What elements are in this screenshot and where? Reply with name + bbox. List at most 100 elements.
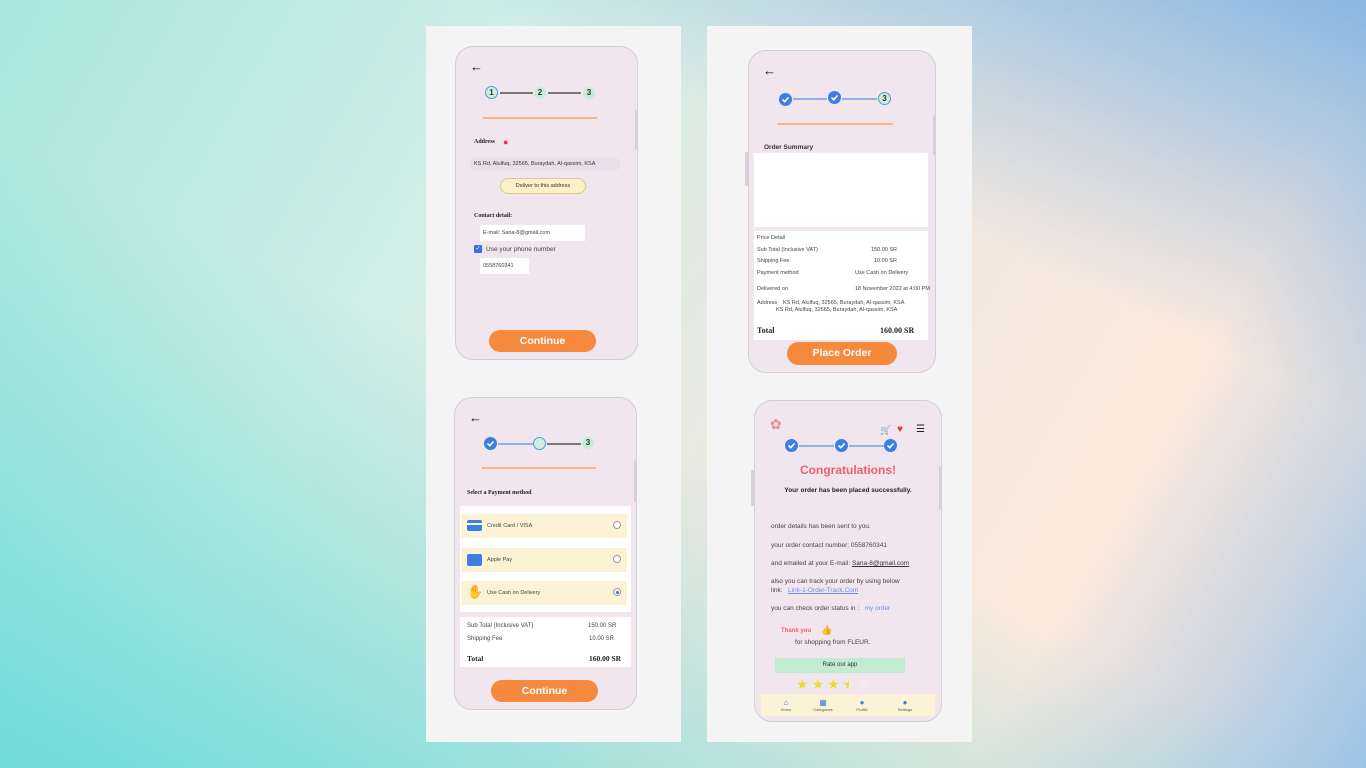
sub-total-label: Sub Total (Inclusive VAT) [757, 247, 818, 253]
side-button [635, 110, 638, 150]
star-icon[interactable]: ★ [827, 676, 840, 693]
background [0, 0, 1366, 768]
sub-total-label: Sub Total (Inclusive VAT) [467, 623, 534, 629]
side-button [745, 152, 748, 186]
select-payment-label: Select a Payment method [467, 490, 532, 496]
price-detail-label: Price Detail [757, 235, 786, 241]
side-button [634, 460, 637, 502]
location-pin-icon: ● [503, 137, 509, 147]
step-2: 2 [534, 87, 546, 99]
grid-icon: ▦ [819, 698, 827, 707]
track-link[interactable]: Link-1-Order-Track.Com [788, 587, 858, 594]
credit-card-icon [467, 520, 482, 531]
flower-logo-icon: ✿ [770, 416, 782, 432]
nav-home[interactable]: ⌂ Home [771, 698, 801, 712]
nav-home-label: Home [780, 707, 792, 712]
star-icon[interactable]: ★ [796, 676, 809, 693]
delivered-on-label: Delivered on [757, 286, 788, 292]
star-rating[interactable]: ★★★★★★ [796, 676, 874, 693]
for-shopping-text: for shopping from FLEUR. [795, 639, 871, 646]
link-prefix: link: [771, 587, 783, 594]
my-order-link[interactable]: my order [865, 605, 891, 612]
cart-icon[interactable]: 🛒 [880, 425, 891, 436]
settings-user-icon: ● [902, 698, 908, 707]
address-field[interactable]: KS Rd, Alulfuq, 32565, Buraydah, Al-qass… [470, 157, 620, 171]
payment-option-cash[interactable]: ✋ Use Cash on Delivery [461, 581, 627, 605]
order-items-box [754, 153, 928, 227]
bottom-nav: ⌂ Home ▦ Categories ● Profile ● Settings [761, 694, 935, 716]
step-1: 1 [485, 86, 498, 99]
step-2-current [533, 437, 546, 450]
star-icon[interactable]: ★ [858, 676, 871, 693]
order-summary-screen: ← 3 Order Summary Price Detail Sub Total… [748, 50, 936, 373]
step-1-done [785, 439, 798, 452]
credit-card-radio[interactable] [613, 521, 621, 529]
address-value-2: KS Rd, Alulfuq, 32565, Buraydah, Al-qass… [776, 307, 898, 313]
continue-button[interactable]: Continue [491, 680, 598, 702]
shipping-fee-value: 10.00 SR [589, 636, 615, 642]
step-connector [842, 98, 877, 100]
track-link-row: link: Link-1-Order-Track.Com [771, 587, 858, 594]
nav-settings[interactable]: ● Settings [890, 698, 920, 712]
back-arrow-icon[interactable]: ← [763, 63, 776, 78]
use-phone-label: Use your phone number [486, 246, 556, 253]
profile-icon: ● [859, 698, 865, 707]
apple-pay-radio[interactable] [613, 555, 621, 563]
address-screen: ← 1 2 3 Address ● KS Rd, Alulfuq, 32565,… [455, 46, 638, 360]
step-connector [547, 443, 581, 445]
step-2-done [835, 439, 848, 452]
place-order-button[interactable]: Place Order [787, 342, 897, 365]
side-button [933, 115, 936, 155]
delivered-on-value: 18 November 2022 at 4:00 PM [855, 286, 930, 292]
email-text: and emailed at your E-mail: Sana-8@gmail… [771, 560, 909, 567]
congratulations-title: Congratulations! [800, 463, 896, 477]
step-3: 3 [878, 92, 891, 105]
total-value: 160.00 SR [880, 326, 915, 335]
order-summary-title: Order Summary [764, 144, 814, 151]
step-3: 3 [583, 87, 595, 99]
email-field[interactable]: E-mail: Sana-8@gmail.com [480, 225, 585, 241]
details-sent-text: order details has been sent to you. [771, 523, 871, 530]
payment-method-screen: ← 3 Select a Payment method Credit Card … [454, 397, 637, 710]
use-phone-checkbox[interactable]: ✓ [474, 245, 482, 253]
thank-you-text: Thank you [781, 628, 812, 634]
deliver-to-address-button[interactable]: Deliver to this address [500, 178, 586, 194]
payment-option-apple-pay[interactable]: Apple Pay [461, 548, 627, 572]
shipping-fee-label: Shipping Fee [757, 258, 790, 264]
divider [777, 123, 893, 125]
menu-icon[interactable]: ☰ [916, 424, 925, 435]
step-connector [498, 443, 533, 445]
total-label: Total [467, 654, 484, 663]
email-link[interactable]: Sana-8@gmail.com [852, 560, 909, 567]
back-arrow-icon[interactable]: ← [469, 410, 482, 425]
total-label: Total [757, 326, 775, 335]
step-connector [500, 92, 533, 94]
step-3: 3 [582, 437, 594, 449]
continue-button[interactable]: Continue [489, 330, 596, 352]
sub-total-value: 150.00 SR [871, 247, 897, 253]
cash-radio[interactable] [613, 588, 621, 596]
nav-categories[interactable]: ▦ Categories [808, 698, 838, 712]
payment-method-label: Payment method [757, 270, 799, 276]
nav-settings-label: Settings [897, 707, 913, 712]
address-value-1: KS Rd, Alulfuq, 32565, Buraydah, Al-qass… [783, 300, 905, 306]
step-1-done [484, 437, 497, 450]
apple-pay-label: Apple Pay [487, 557, 513, 563]
order-confirmation-screen: ✿ 🛒 ♥ ☰ Congratulations! Your order has … [754, 400, 942, 722]
step-1-done [779, 93, 792, 106]
divider [483, 117, 597, 119]
nav-profile[interactable]: ● Profile [847, 698, 877, 712]
phone-field[interactable]: 0558760341 [480, 258, 529, 274]
track-text: also you can track your order by using b… [771, 578, 900, 585]
heart-icon[interactable]: ♥ [897, 424, 903, 435]
step-connector [849, 445, 884, 447]
payment-option-credit-card[interactable]: Credit Card / VISA [461, 514, 627, 538]
rate-our-app-button[interactable]: Rate our app [775, 658, 905, 673]
star-icon[interactable]: ★ [812, 676, 825, 693]
contact-detail-label: Contact detail: [474, 213, 513, 219]
step-2-done [828, 91, 841, 104]
thumbs-up-icon: 👍 [821, 625, 833, 635]
home-icon: ⌂ [783, 698, 789, 707]
star-icon[interactable]: ★★ [843, 676, 856, 693]
back-arrow-icon[interactable]: ← [470, 59, 483, 74]
